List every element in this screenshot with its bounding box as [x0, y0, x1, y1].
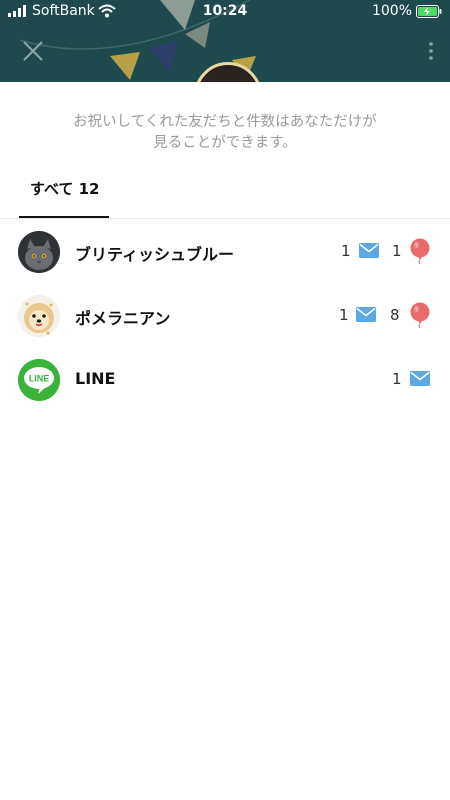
privacy-notice: お祝いしてくれた友だちと件数はあなただけが 見ることができます。 [20, 112, 430, 154]
birthday-friends-screen: SoftBank 10:24 100% お祝いしてくれた友だちと件数はあなただけ… [0, 0, 450, 800]
battery-percent: 100% [371, 3, 412, 19]
friends-sheet: お祝いしてくれた友だちと件数はあなただけが 見ることができます。 すべて 12 [0, 82, 450, 800]
close-button[interactable] [20, 38, 46, 64]
battery-charging-icon [416, 5, 442, 18]
friend-name: ポメラニアン [75, 309, 171, 328]
avatar [18, 231, 60, 273]
friend-name: LINE [75, 369, 116, 388]
message-count: 1 [392, 370, 402, 388]
balloon-count: 1 [392, 242, 402, 260]
list-item[interactable]: ポメラニアン 1 8 [0, 283, 450, 347]
message-icon [410, 371, 430, 386]
notice-line-2: 見ることができます。 [153, 135, 297, 151]
dog-avatar-image [18, 295, 60, 337]
tab-all[interactable]: すべて 12 [19, 170, 109, 218]
avatar: LINE [18, 359, 60, 401]
avatar [18, 295, 60, 337]
friend-name: ブリティッシュブルー [75, 245, 235, 264]
message-count: 1 [339, 306, 349, 324]
tab-all-label: すべて 12 [30, 180, 100, 198]
cat-avatar-image [18, 231, 60, 273]
friends-list: ブリティッシュブルー 1 1 ポメラニアン 1 8 LINE LINE 1 [0, 219, 450, 411]
line-logo-icon: LINE [18, 359, 60, 401]
message-count: 1 [341, 242, 351, 260]
balloon-count: 8 [390, 306, 400, 324]
notice-line-1: お祝いしてくれた友だちと件数はあなただけが [73, 114, 377, 130]
message-icon [356, 307, 376, 322]
list-item[interactable]: ブリティッシュブルー 1 1 [0, 219, 450, 283]
header-background: SoftBank 10:24 100% [0, 0, 450, 82]
more-options-icon[interactable] [426, 40, 436, 62]
status-bar: SoftBank 10:24 100% [0, 0, 450, 24]
balloon-icon [410, 238, 430, 264]
list-item[interactable]: LINE LINE 1 [0, 347, 450, 411]
tab-bar: すべて 12 [0, 170, 450, 219]
active-tab-indicator [19, 216, 109, 218]
balloon-icon [410, 302, 430, 328]
line-logo-text: LINE [29, 374, 50, 384]
message-icon [359, 243, 379, 258]
